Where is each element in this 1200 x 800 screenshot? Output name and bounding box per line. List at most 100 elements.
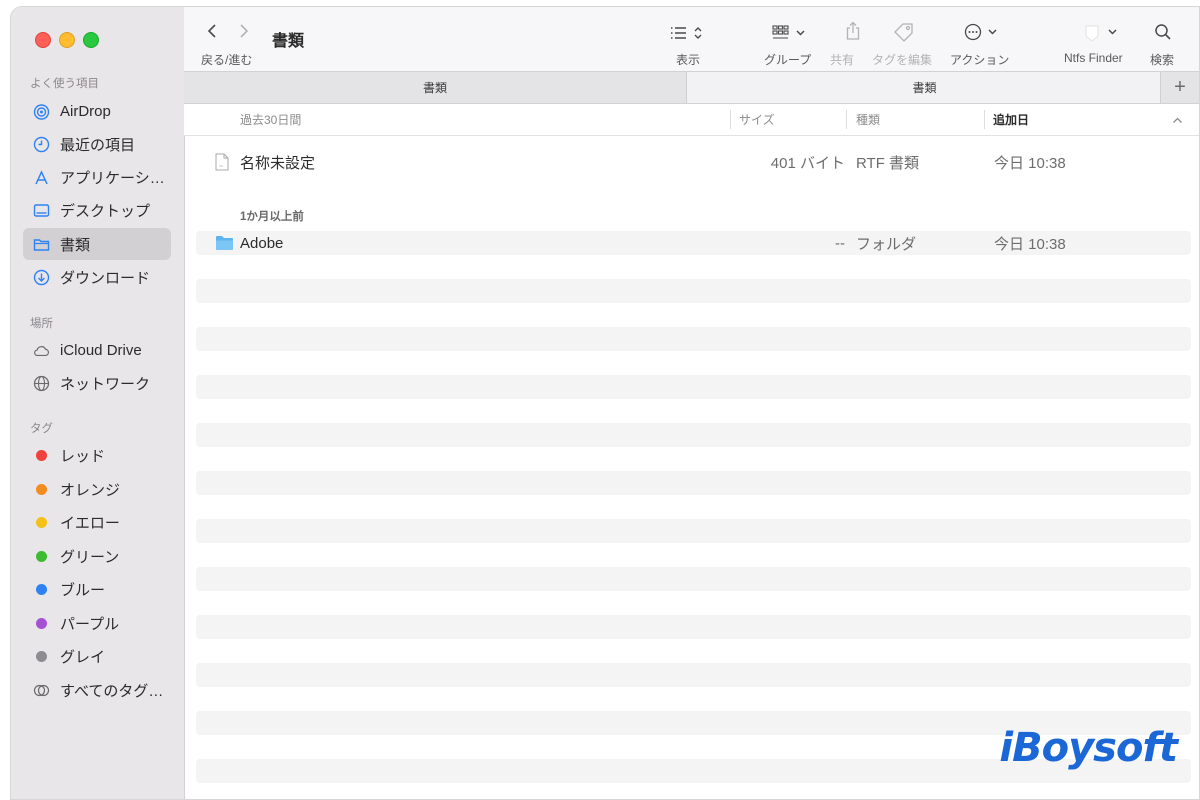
sidebar-item-label: ダウンロード: [60, 269, 151, 287]
sidebar-item-label: 最近の項目: [60, 136, 136, 154]
sidebar-item-downloads[interactable]: ダウンロード: [23, 261, 171, 293]
search-button[interactable]: [1154, 23, 1172, 46]
sidebar-item-tag-red[interactable]: レッド: [23, 439, 171, 471]
row-stripe: [196, 327, 1191, 351]
sidebar-item-label: イエロー: [60, 514, 120, 532]
sort-ascending-icon[interactable]: [1172, 104, 1183, 135]
sidebar-item-tag-gray[interactable]: グレイ: [23, 640, 171, 672]
minimize-window-button[interactable]: [59, 32, 75, 48]
yellow-tag-icon: [33, 514, 50, 531]
sidebar-item-label: ネットワーク: [60, 375, 151, 393]
action-label: アクション: [950, 53, 1010, 67]
sidebar-item-all-tags[interactable]: すべてのタグ…: [23, 674, 171, 706]
ntfs-finder-icon: [1085, 25, 1117, 42]
row-stripe: [196, 567, 1191, 591]
share-button[interactable]: [845, 21, 861, 46]
sidebar-item-documents[interactable]: 書類: [23, 228, 171, 260]
sidebar-item-label: レッド: [60, 447, 106, 465]
column-header-bar: 過去30日間 サイズ 種類 追加日: [184, 104, 1199, 136]
sidebar-item-desktop[interactable]: デスクトップ: [23, 194, 171, 226]
favorites-header: よく使う項目: [30, 78, 99, 90]
orange-tag-icon: [33, 481, 50, 498]
group-label: グループ: [764, 53, 812, 67]
sidebar-item-tag-orange[interactable]: オレンジ: [23, 473, 171, 505]
zoom-window-button[interactable]: [83, 32, 99, 48]
list-view-icon: [671, 27, 702, 39]
column-header-kind[interactable]: 種類: [856, 104, 880, 135]
airdrop-icon: [33, 103, 50, 120]
tab-documents-1[interactable]: 書類: [184, 72, 687, 103]
sidebar-item-tag-yellow[interactable]: イエロー: [23, 506, 171, 538]
ntfs-finder-button[interactable]: [1082, 23, 1124, 48]
green-tag-icon: [33, 548, 50, 565]
share-label: 共有: [830, 53, 855, 67]
download-icon: [33, 269, 50, 286]
column-header-size[interactable]: サイズ: [739, 104, 775, 135]
sidebar-item-recents[interactable]: 最近の項目: [23, 128, 171, 160]
sidebar-item-label: デスクトップ: [60, 202, 151, 220]
table-row[interactable]: 名称未設定 401 バイト RTF 書類 今日 10:38: [196, 150, 1191, 174]
red-tag-icon: [33, 447, 50, 464]
column-header-name[interactable]: 過去30日間: [240, 104, 301, 135]
cloud-icon: [33, 342, 50, 359]
file-name: Adobe: [240, 234, 284, 252]
search-label: 検索: [1150, 53, 1175, 67]
sidebar-item-tag-blue[interactable]: ブルー: [23, 573, 171, 605]
blue-folder-icon: [215, 235, 234, 256]
finder-window: よく使う項目 AirDrop 最近の項目 アプリケーシ… デスクトップ 書類 ダ…: [10, 6, 1200, 800]
edit-tags-button[interactable]: [893, 22, 915, 47]
back-button[interactable]: [206, 23, 220, 44]
row-stripe: [196, 519, 1191, 543]
toolbar: 戻る/進む 書類 表示 グループ 共有 タグを編集 アクション Ntfs Fin…: [184, 7, 1199, 71]
row-stripe: [196, 375, 1191, 399]
locations-header: 場所: [30, 318, 53, 330]
view-options-button[interactable]: [669, 24, 707, 47]
tag-icon: [894, 23, 913, 42]
grid-group-icon: [772, 25, 805, 39]
forward-button[interactable]: [236, 23, 250, 44]
group-button[interactable]: [771, 24, 811, 47]
group-header: 1か月以上前: [240, 211, 304, 223]
sidebar-item-label: オレンジ: [60, 481, 121, 499]
tab-bar: 書類 書類 +: [184, 71, 1199, 104]
window-title: 書類: [272, 33, 305, 50]
sidebar-item-airdrop[interactable]: AirDrop: [23, 95, 171, 127]
nav-label: 戻る/進む: [201, 53, 253, 67]
view-label: 表示: [676, 53, 701, 67]
column-header-date-added[interactable]: 追加日: [993, 104, 1029, 135]
tags-header: タグ: [30, 423, 53, 435]
folder-icon: [33, 236, 50, 253]
desktop-icon: [33, 202, 50, 219]
all-tags-icon: [33, 682, 50, 699]
sidebar-item-label: AirDrop: [60, 102, 111, 120]
tab-documents-2[interactable]: 書類: [687, 72, 1162, 103]
action-button[interactable]: [964, 23, 1004, 46]
file-name: 名称未設定: [240, 154, 316, 172]
sidebar-item-label: iCloud Drive: [60, 341, 142, 359]
sidebar-item-label: グリーン: [60, 548, 120, 566]
document-icon: [215, 153, 229, 176]
file-date-added: 今日 10:38: [994, 154, 1066, 172]
sidebar-item-label: ブルー: [60, 581, 106, 599]
sidebar-item-tag-purple[interactable]: パープル: [23, 607, 171, 639]
sidebar-item-label: すべてのタグ…: [60, 682, 164, 700]
sidebar-item-label: アプリケーシ…: [60, 169, 165, 187]
row-stripe: [196, 471, 1191, 495]
sidebar-item-applications[interactable]: アプリケーシ…: [23, 161, 171, 193]
share-icon: [846, 21, 860, 40]
sidebar-item-label: パープル: [60, 615, 120, 633]
file-size: --: [835, 234, 845, 252]
blue-tag-icon: [33, 581, 50, 598]
new-tab-button[interactable]: +: [1160, 72, 1199, 103]
chevron-right-icon: [240, 24, 249, 38]
sidebar-item-icloud-drive[interactable]: iCloud Drive: [23, 334, 171, 366]
plus-icon: +: [1174, 76, 1186, 98]
file-list: 名称未設定 401 バイト RTF 書類 今日 10:38 1か月以上前 Ado…: [184, 136, 1199, 799]
sidebar-item-tag-green[interactable]: グリーン: [23, 540, 171, 572]
sidebar-item-network[interactable]: ネットワーク: [23, 367, 171, 399]
file-date-added: 今日 10:38: [994, 235, 1066, 253]
close-window-button[interactable]: [35, 32, 51, 48]
table-row[interactable]: Adobe -- フォルダ 今日 10:38: [196, 231, 1191, 255]
file-kind: フォルダ: [856, 235, 917, 253]
iboysoft-watermark: iBoysoft: [999, 725, 1178, 771]
